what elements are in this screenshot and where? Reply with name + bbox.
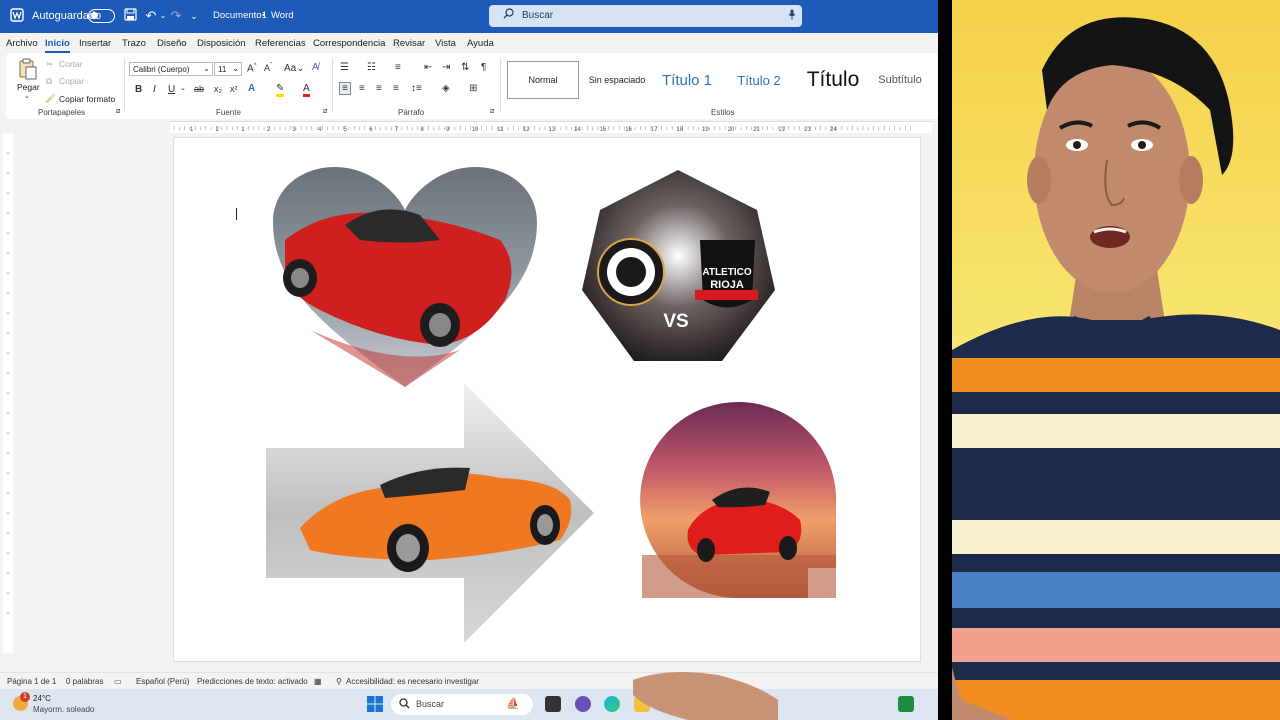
presenter-hand — [633, 671, 778, 720]
start-icon[interactable] — [367, 696, 383, 712]
teams-icon[interactable] — [575, 696, 591, 712]
status-bar: Página 1 de 1 0 palabras ▭ Español (Perú… — [0, 672, 938, 689]
macro-icon[interactable]: ▦ — [314, 677, 322, 686]
weather-desc: Mayorm. soleado — [33, 705, 95, 714]
frame-divider — [938, 0, 952, 720]
teardrop-image[interactable] — [640, 402, 837, 599]
atletico-text: ATLETICO — [702, 267, 751, 278]
page-count[interactable]: Página 1 de 1 — [7, 677, 56, 686]
taskbar-search[interactable]: Buscar ⛵ — [391, 694, 533, 715]
accessibility-icon[interactable]: ⚲ — [336, 677, 342, 686]
vs-text: VS — [663, 311, 688, 332]
rioja-text: RIOJA — [710, 279, 744, 291]
document-images: VS ATLETICO RIOJA — [266, 167, 837, 643]
excel-icon[interactable] — [898, 696, 914, 712]
taskbar-search-placeholder: Buscar — [416, 699, 445, 709]
accessibility-status[interactable]: Accesibilidad: es necesario investigar — [346, 677, 479, 686]
word-count[interactable]: 0 palabras — [66, 677, 103, 686]
weather-temp: 24°C — [33, 694, 51, 703]
language[interactable]: Español (Perú) — [136, 677, 189, 686]
proofing-icon[interactable]: ▭ — [114, 677, 122, 686]
text-predictions[interactable]: Predicciones de texto: activado — [197, 677, 308, 686]
taskbar: 1 24°C Mayorm. soleado Buscar ⛵ — [0, 689, 938, 720]
search-icon — [399, 698, 410, 712]
heart-image[interactable] — [273, 167, 537, 387]
edge-icon[interactable] — [604, 696, 620, 712]
arrow-image[interactable] — [266, 383, 594, 643]
word-window: Autoguardado ↶ ⌄ ↷ ⌄ Documento1 • Word B… — [0, 0, 938, 689]
heptagon-image[interactable] — [582, 170, 775, 361]
presenter-video — [952, 0, 1280, 720]
task-view-icon[interactable] — [545, 696, 561, 712]
search-highlight-icon: ⛵ — [506, 698, 520, 710]
notification-badge: 1 — [20, 692, 30, 702]
